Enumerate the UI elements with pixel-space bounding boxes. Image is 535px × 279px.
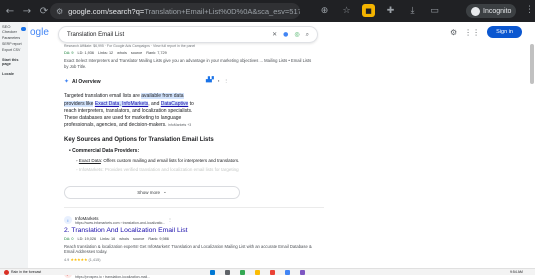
- incognito-label: Incognito: [483, 7, 512, 15]
- ai-bars-icon[interactable]: ▟▞: [206, 77, 214, 83]
- link-infomarkets[interactable]: InfoMarkets: [122, 100, 149, 107]
- clear-icon[interactable]: ✕: [272, 31, 277, 39]
- browser-menu-icon[interactable]: ⋮: [525, 5, 534, 15]
- metric-links: Links: 12: [97, 51, 114, 55]
- mic-icon[interactable]: ●: [283, 31, 288, 39]
- zoom-icon[interactable]: ⊕: [318, 4, 331, 17]
- metric-links: Links: 16: [100, 236, 116, 241]
- metric-source[interactable]: source: [133, 237, 144, 241]
- sidebar-toggle[interactable]: [20, 27, 26, 31]
- bullet-infomarkets: ◦ InfoMarkets: Provides verified transla…: [76, 166, 239, 172]
- ai-overview-heading: Key Sources and Options for Translation …: [64, 136, 214, 143]
- metric-ld: LD: 19,026: [77, 236, 97, 241]
- download-icon[interactable]: ⤓: [406, 4, 419, 17]
- metric-whois[interactable]: whois: [119, 237, 129, 241]
- ad-research-line: Research Affiliate: $6,995 · For Google …: [64, 44, 196, 48]
- taskbar-apps: [210, 270, 305, 275]
- task-view-icon[interactable]: [225, 270, 230, 275]
- bullet-exact-data: ◦ Exact Data: Offers custom mailing and …: [76, 157, 240, 163]
- result-source[interactable]: i InfoMarkets https://www.infomarkets.co…: [64, 216, 314, 225]
- app-icon[interactable]: [285, 270, 290, 275]
- sign-in-button[interactable]: Sign in: [487, 26, 522, 38]
- metric-da: DA: 0: [64, 236, 74, 241]
- ai-overview-paragraph: Targeted translation email lists are ava…: [64, 93, 194, 129]
- sidebar-section-locale[interactable]: Locale: [2, 72, 26, 76]
- folder-icon[interactable]: [255, 270, 260, 275]
- divider: [64, 206, 324, 208]
- show-more-button[interactable]: Show more ⌄: [64, 185, 240, 199]
- tab-icon[interactable]: ▭: [428, 4, 441, 17]
- ai-overview-header: ✦ AI Overview: [64, 78, 314, 85]
- browser-toolbar: ← → ⟳ ⚙ google.com/search?q=Translation+…: [0, 0, 535, 22]
- chrome-icon[interactable]: [270, 270, 275, 275]
- link-exact-data[interactable]: Exact Data: [94, 100, 120, 107]
- result-snippet: Reach translation & localization experts…: [64, 243, 312, 255]
- search-icon[interactable]: ⌕: [306, 31, 309, 39]
- settings-gear-icon[interactable]: ⚙: [450, 28, 457, 37]
- metric-ld: LD: 1,936: [77, 51, 94, 55]
- result-title-link[interactable]: 2. Translation And Localization Email Li…: [64, 227, 314, 234]
- sidebar-item-parameters[interactable]: Parameters: [2, 36, 26, 40]
- result-url: https://www.infomarkets.com › translatio…: [75, 220, 166, 225]
- address-bar[interactable]: ⚙ google.com/search?q=Translation+Email+…: [50, 3, 300, 19]
- link-datacaptive[interactable]: DataCaptive: [160, 100, 189, 107]
- metric-da: DA: 9: [64, 51, 74, 55]
- favicon-icon: i: [64, 216, 72, 225]
- sidebar-title: SEO Checker: [2, 24, 17, 34]
- search-input[interactable]: Translation Email List: [67, 32, 272, 38]
- search-results: Research Affiliate: $6,995 · For Google …: [64, 44, 324, 279]
- google-logo[interactable]: ogle: [30, 27, 49, 38]
- result-snippet: Exact Select Interpreters and Translator…: [64, 58, 312, 69]
- reload-icon[interactable]: ⟳: [37, 4, 51, 18]
- url-text: google.com/search?q=Translation+Email+Li…: [68, 6, 300, 16]
- star-icon: ★★★★★: [70, 257, 88, 262]
- site-info-icon[interactable]: ⚙: [56, 7, 63, 16]
- weather-icon: [4, 269, 9, 275]
- result-url: https://prospeo.io › translation-localiz…: [75, 274, 151, 279]
- sidebar-item-export-csv[interactable]: Export CSV: [2, 48, 26, 52]
- ai-overview: ✦ AI Overview ▟▞ ◐ ⋮ Targeted translatio…: [64, 77, 314, 199]
- chevron-down-icon: ⌄: [162, 189, 167, 195]
- sidebar-header: SEO Checker: [2, 24, 26, 34]
- citation-chip[interactable]: InfoMarkets +3: [168, 123, 191, 127]
- incognito-icon: [471, 6, 480, 16]
- ai-more-icon[interactable]: ⋮: [224, 78, 228, 83]
- puzzle-icon[interactable]: ✚: [384, 4, 397, 17]
- bookmark-star-icon[interactable]: ☆: [340, 4, 353, 17]
- app-icon[interactable]: [300, 270, 305, 275]
- result-rating: 4.9 ★★★★★ (1,415): [64, 257, 101, 262]
- extension-icon[interactable]: ■: [362, 4, 375, 17]
- os-taskbar: Rain in the forecast 9:54 AM: [0, 268, 535, 275]
- sidebar-section-start[interactable]: Start this page: [2, 58, 26, 66]
- lens-icon[interactable]: ◎: [294, 31, 299, 39]
- ai-overview-label: AI Overview: [72, 78, 101, 85]
- forward-icon[interactable]: →: [20, 4, 34, 18]
- sidebar-item-serp-report[interactable]: SERP report: [2, 42, 26, 46]
- ai-overview-controls: ▟▞ ◐ ⋮: [206, 77, 228, 83]
- clock: 9:54 AM: [510, 270, 523, 274]
- page-scrollbar[interactable]: [530, 44, 534, 84]
- metric-whois[interactable]: whois: [117, 51, 127, 55]
- weather-widget[interactable]: Rain in the forecast: [4, 269, 41, 275]
- search-result: i InfoMarkets https://www.infomarkets.co…: [64, 216, 314, 262]
- app-icon[interactable]: [240, 270, 245, 275]
- metric-source[interactable]: source: [131, 51, 142, 55]
- back-icon[interactable]: ←: [3, 4, 17, 18]
- seo-metrics-row: DA: 0 LD: 19,026 Links: 16 whois source …: [64, 237, 314, 241]
- extension-sidebar: SEO Checker Parameters SERP report Expor…: [0, 22, 28, 275]
- incognito-indicator[interactable]: Incognito: [466, 4, 517, 18]
- bullet-commercial: • Commercial Data Providers:: [69, 147, 140, 154]
- result-more-icon[interactable]: ⋮: [168, 218, 172, 222]
- search-box[interactable]: Translation Email List ✕ ● ◎ ⌕: [58, 26, 318, 43]
- seo-metrics-row: DA: 9 LD: 1,936 Links: 12 whois source R…: [64, 51, 314, 55]
- metric-rank: Rank: 7,729: [146, 51, 167, 55]
- metric-rank: Rank: 9,986: [148, 236, 169, 241]
- ai-listen-icon[interactable]: ◐: [218, 78, 220, 83]
- apps-grid-icon[interactable]: ⋮⋮: [464, 28, 480, 37]
- sparkle-icon: ✦: [64, 78, 70, 86]
- start-icon[interactable]: [210, 270, 215, 275]
